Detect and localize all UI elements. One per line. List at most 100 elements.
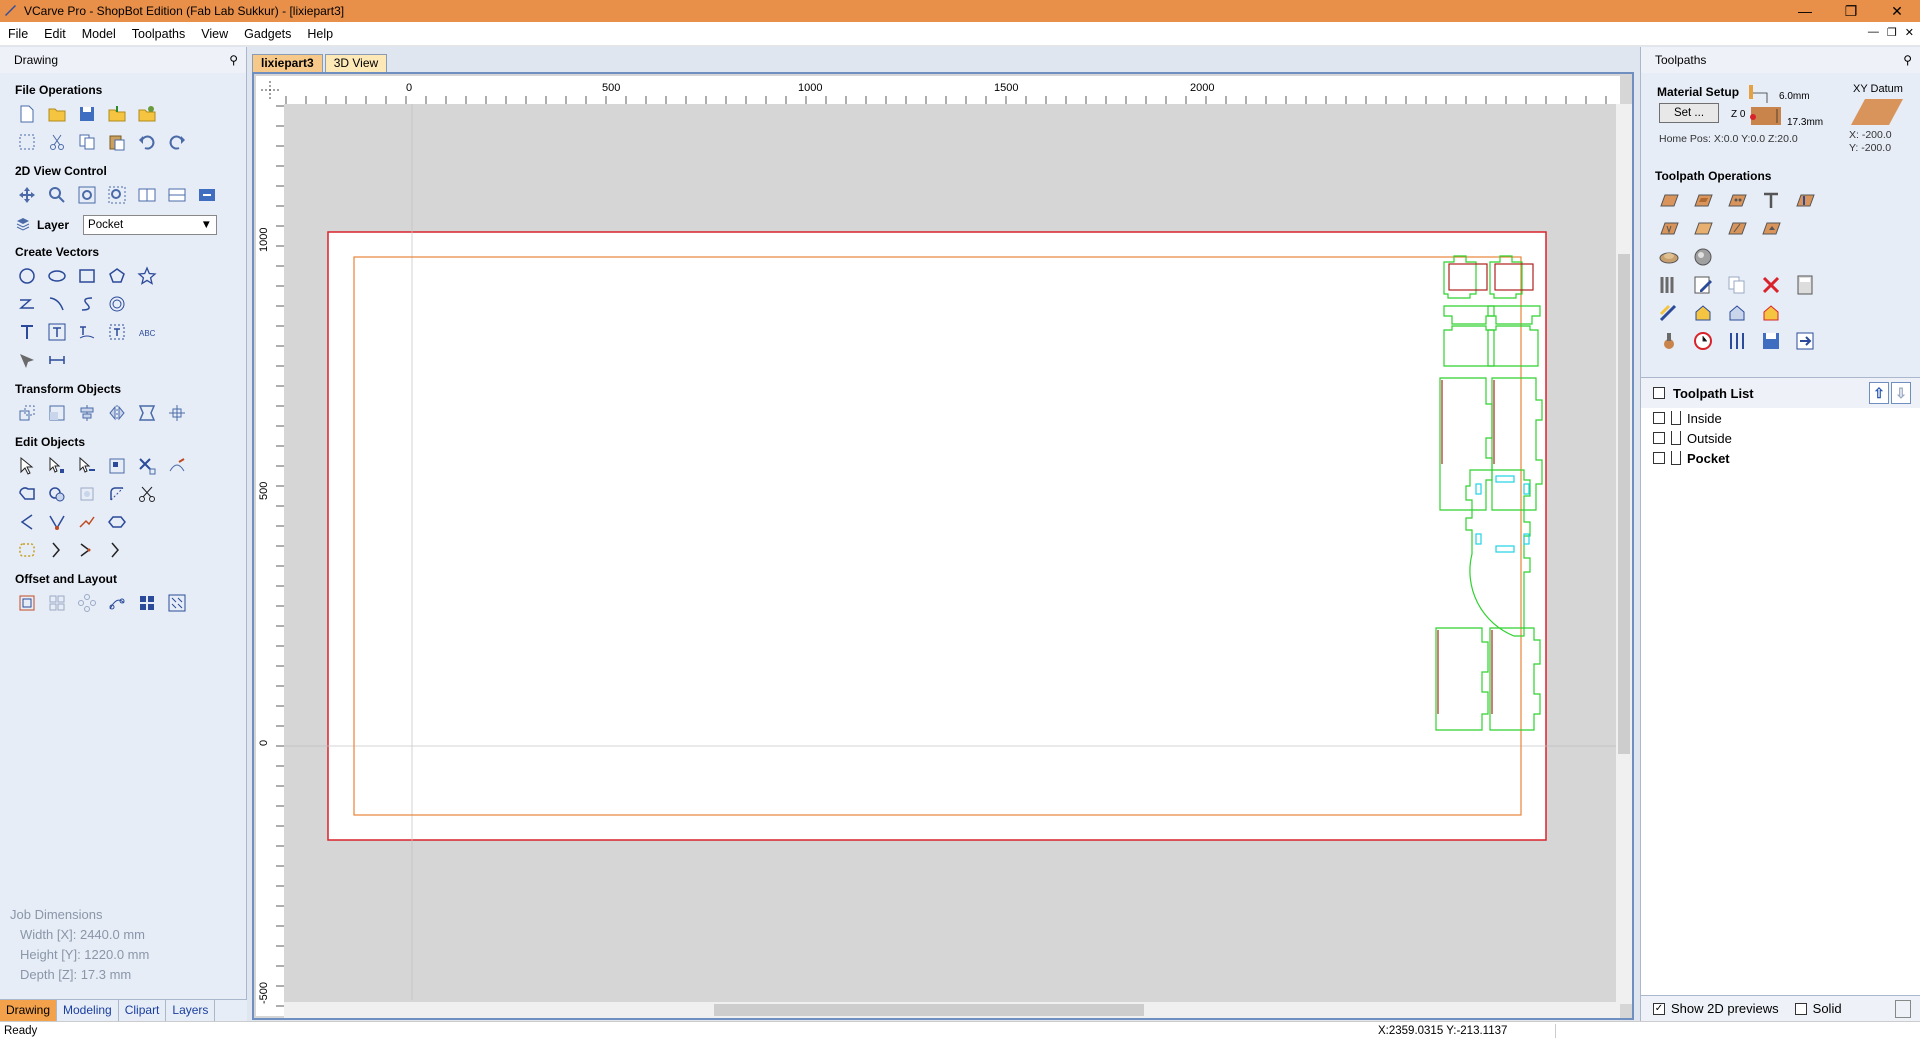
- step-repeat-icon[interactable]: [45, 591, 69, 615]
- interactive-transform-icon[interactable]: [105, 454, 129, 478]
- show-2d-previews-checkbox[interactable]: ✓: [1653, 1002, 1665, 1015]
- close-vector-icon[interactable]: [75, 510, 99, 534]
- pan-icon[interactable]: [15, 183, 39, 207]
- merge-toolpaths-icon[interactable]: [1725, 329, 1749, 353]
- menu-edit[interactable]: Edit: [36, 27, 74, 41]
- weld-icon[interactable]: [15, 482, 39, 506]
- select-icon[interactable]: [15, 454, 39, 478]
- mirror-icon[interactable]: [105, 401, 129, 425]
- nesting-icon[interactable]: [165, 591, 189, 615]
- move-icon[interactable]: [15, 401, 39, 425]
- set-position-icon[interactable]: [165, 401, 189, 425]
- star-icon[interactable]: [135, 264, 159, 288]
- mdi-minimize-button[interactable]: —: [1868, 26, 1879, 39]
- vertical-scroll-thumb[interactable]: [1618, 254, 1630, 754]
- new-file-icon[interactable]: [15, 102, 39, 126]
- open-file-icon[interactable]: [45, 102, 69, 126]
- trim-icon[interactable]: [135, 454, 159, 478]
- toolpath-checkbox[interactable]: [1653, 432, 1665, 444]
- node-edit-icon[interactable]: [45, 454, 69, 478]
- profile-toolpath-icon[interactable]: [1657, 189, 1681, 213]
- ruler-corner[interactable]: [256, 76, 284, 104]
- solid-checkbox[interactable]: [1794, 1002, 1807, 1015]
- preview-selected-icon[interactable]: [1725, 301, 1749, 325]
- redo-icon[interactable]: [165, 130, 189, 154]
- time-estimate-icon[interactable]: [1691, 329, 1715, 353]
- tab-modeling[interactable]: Modeling: [57, 1000, 119, 1021]
- trim-to-icon[interactable]: [75, 538, 99, 562]
- curve-icon[interactable]: [75, 292, 99, 316]
- horizontal-scrollbar[interactable]: [284, 1002, 1620, 1018]
- layer-dropdown[interactable]: Pocket ▼: [83, 215, 218, 235]
- nest-parts-icon[interactable]: [15, 538, 39, 562]
- job-size-icon[interactable]: [15, 130, 39, 154]
- toolpath-list-checkbox[interactable]: [1653, 387, 1665, 399]
- pin-icon[interactable]: ⚲: [229, 53, 238, 67]
- text-icon[interactable]: [15, 320, 39, 344]
- toolpath-checkbox[interactable]: [1653, 452, 1665, 464]
- vertical-scrollbar[interactable]: [1616, 104, 1632, 1004]
- spiral-icon[interactable]: [105, 292, 129, 316]
- panel-options-icon[interactable]: [1895, 1000, 1911, 1018]
- texture-toolpath-icon[interactable]: [1793, 189, 1817, 213]
- drawing-canvas[interactable]: 0 500 1000 1500 2000 1000 500 0 -500: [252, 72, 1634, 1020]
- mdi-close-button[interactable]: ✕: [1905, 26, 1914, 39]
- polygon-icon[interactable]: [105, 264, 129, 288]
- move-up-icon[interactable]: ⇧: [1869, 382, 1889, 404]
- tab-lixiepart3[interactable]: lixiepart3: [252, 54, 323, 72]
- tab-clipart[interactable]: Clipart: [119, 1000, 167, 1021]
- quick-engrave-icon[interactable]: [1725, 217, 1749, 241]
- menu-view[interactable]: View: [193, 27, 236, 41]
- fillet-icon[interactable]: [105, 482, 129, 506]
- preview-toolpath-icon[interactable]: [1657, 301, 1681, 325]
- extend-icon[interactable]: [45, 538, 69, 562]
- import-icon[interactable]: [105, 102, 129, 126]
- copy-toolpath-icon[interactable]: [1725, 273, 1749, 297]
- join-vectors-icon[interactable]: [45, 510, 69, 534]
- circle-icon[interactable]: [15, 264, 39, 288]
- view-toggle-icon[interactable]: [195, 183, 219, 207]
- draw-tabs-icon[interactable]: [15, 348, 39, 372]
- toolpath-item[interactable]: Outside: [1641, 428, 1920, 448]
- cut-icon[interactable]: [45, 130, 69, 154]
- zoom-selection-icon[interactable]: [105, 183, 129, 207]
- inlay-toolpath-icon[interactable]: [1759, 217, 1783, 241]
- subtract-icon[interactable]: [45, 482, 69, 506]
- text-arc-icon[interactable]: ABC: [135, 320, 159, 344]
- menu-gadgets[interactable]: Gadgets: [236, 27, 299, 41]
- import-component-icon[interactable]: [135, 102, 159, 126]
- zoom-extents-icon[interactable]: [75, 183, 99, 207]
- copy-along-vector-icon[interactable]: [105, 591, 129, 615]
- toolpath-calculator-icon[interactable]: [1793, 273, 1817, 297]
- 3d-roughing-icon[interactable]: [1657, 245, 1681, 269]
- ellipse-icon[interactable]: [45, 264, 69, 288]
- minimize-button[interactable]: —: [1782, 0, 1828, 22]
- zoom-box-icon[interactable]: [45, 183, 69, 207]
- text-box-icon[interactable]: [45, 320, 69, 344]
- view-layout-icon[interactable]: [165, 183, 189, 207]
- copy-icon[interactable]: [75, 130, 99, 154]
- vcarve-toolpath-icon[interactable]: [1759, 189, 1783, 213]
- drawing-area[interactable]: [284, 104, 1620, 1000]
- view-split-icon[interactable]: [135, 183, 159, 207]
- edit-toolpath-icon[interactable]: [1691, 273, 1715, 297]
- align-icon[interactable]: [75, 401, 99, 425]
- mdi-restore-button[interactable]: ❐: [1887, 26, 1897, 39]
- drilling-toolpath-icon[interactable]: [1725, 189, 1749, 213]
- array-copy-icon[interactable]: [135, 591, 159, 615]
- restore-button[interactable]: ❐: [1828, 0, 1874, 22]
- set-material-button[interactable]: Set ...: [1659, 103, 1719, 123]
- toolpath-item[interactable]: Pocket: [1641, 448, 1920, 468]
- polyline-icon[interactable]: [15, 292, 39, 316]
- paste-icon[interactable]: [105, 130, 129, 154]
- circular-array-icon[interactable]: [75, 591, 99, 615]
- intersect-icon[interactable]: [75, 482, 99, 506]
- delete-toolpath-icon[interactable]: [1759, 273, 1783, 297]
- scissors-icon[interactable]: [135, 482, 159, 506]
- 3d-finishing-icon[interactable]: [1691, 245, 1715, 269]
- offset-icon[interactable]: [15, 591, 39, 615]
- undo-icon[interactable]: [135, 130, 159, 154]
- close-button[interactable]: ✕: [1874, 0, 1920, 22]
- menu-model[interactable]: Model: [74, 27, 124, 41]
- pin-icon[interactable]: ⚲: [1903, 53, 1912, 67]
